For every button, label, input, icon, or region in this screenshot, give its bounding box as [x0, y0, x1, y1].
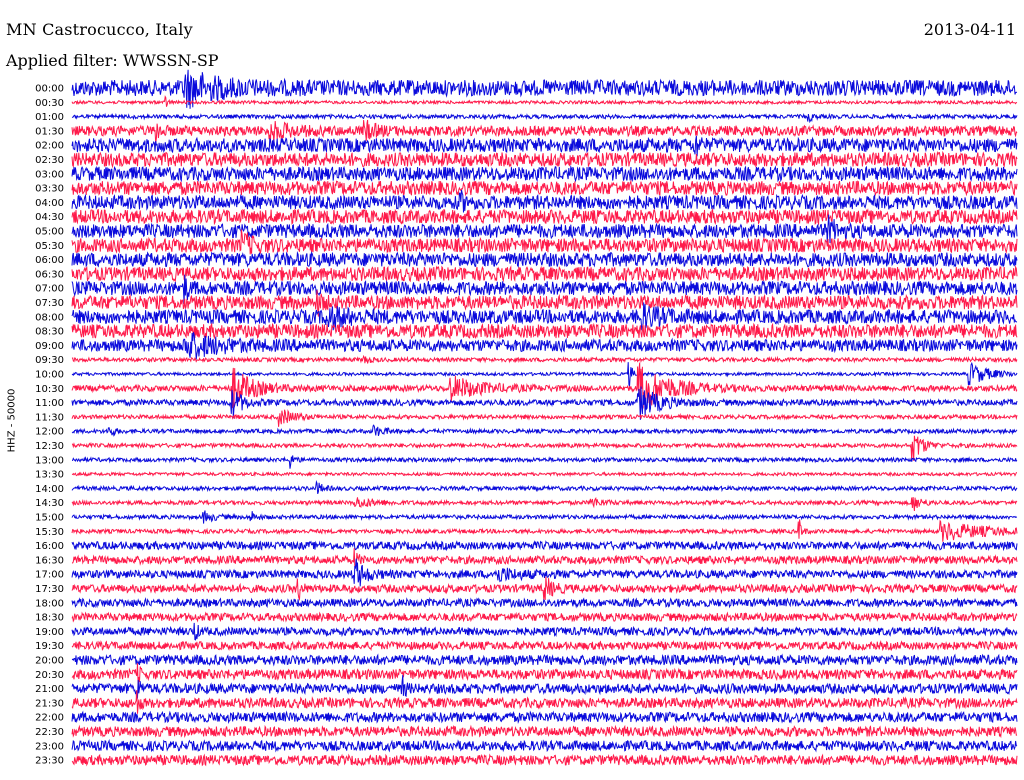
row-time-label: 23:00 [35, 741, 64, 752]
row-time-label: 08:00 [35, 312, 64, 323]
row-time-label: 02:00 [35, 141, 64, 152]
row-time-label: 10:30 [35, 384, 64, 395]
row-time-label: 05:30 [35, 241, 64, 252]
trace-line [71, 208, 1018, 226]
trace-line [71, 265, 1018, 283]
trace-line [71, 548, 1018, 567]
row-time-label: 00:30 [35, 98, 64, 109]
trace-line [71, 675, 1018, 701]
trace-line [71, 179, 1018, 197]
row-time-label: 11:30 [35, 412, 64, 423]
trace-line [71, 354, 1018, 364]
trace-line [71, 164, 1018, 183]
row-time-label: 23:30 [35, 756, 64, 767]
row-time-label: 00:00 [35, 84, 64, 95]
row-time-label: 15:00 [35, 513, 64, 524]
row-time-label: 06:30 [35, 269, 64, 280]
trace-line [71, 596, 1018, 609]
trace-line [71, 119, 1018, 144]
row-time-label: 20:00 [35, 656, 64, 667]
row-time-label: 14:30 [35, 498, 64, 509]
row-time-label: 05:00 [35, 227, 64, 238]
trace-line [71, 690, 1018, 714]
row-time-label: 07:00 [35, 284, 64, 295]
row-time-label: 04:30 [35, 212, 64, 223]
row-time-label: 20:30 [35, 670, 64, 681]
trace-line [71, 622, 1018, 641]
row-time-label: 19:00 [35, 627, 64, 638]
row-time-label: 08:30 [35, 327, 64, 338]
row-time-label: 03:30 [35, 184, 64, 195]
row-time-label: 09:30 [35, 355, 64, 366]
row-time-label: 01:30 [35, 126, 64, 137]
trace-line [71, 738, 1018, 753]
trace-line [71, 519, 1018, 542]
trace-line [71, 639, 1018, 652]
seismogram-plot: 00:00 00:30 01:00 01:30 02:00 02:30 03:00 03:30… [35, 69, 1018, 767]
trace-line [71, 653, 1018, 667]
row-time-label: 16:00 [35, 541, 64, 552]
date-label: 2013-04-11 [923, 20, 1016, 39]
trace-line [71, 386, 1018, 420]
row-time-label: 15:30 [35, 527, 64, 538]
trace-line [71, 539, 1018, 552]
trace-line [71, 112, 1018, 124]
row-time-label: 10:00 [35, 370, 64, 381]
row-time-label: 11:00 [35, 398, 64, 409]
row-time-label: 17:00 [35, 570, 64, 581]
trace-line [71, 424, 1018, 437]
row-time-label: 22:00 [35, 713, 64, 724]
trace-line [71, 480, 1018, 494]
row-time-label: 06:00 [35, 255, 64, 266]
trace-line [71, 724, 1018, 739]
row-time-label: 13:30 [35, 470, 64, 481]
row-time-label: 12:30 [35, 441, 64, 452]
trace-line [71, 435, 1018, 462]
y-axis-label: HHZ - 50000 [6, 388, 18, 453]
row-time-label: 16:30 [35, 555, 64, 566]
row-time-label: 18:30 [35, 613, 64, 624]
row-time-label: 01:00 [35, 112, 64, 123]
row-time-label: 19:30 [35, 641, 64, 652]
row-time-label: 17:30 [35, 584, 64, 595]
station-title: MN Castrocucco, Italy [6, 20, 193, 39]
trace-line [71, 611, 1018, 623]
trace-line [71, 361, 1018, 388]
row-time-label: 18:00 [35, 598, 64, 609]
trace-line [71, 576, 1018, 602]
row-time-label: 02:30 [35, 155, 64, 166]
trace-line [71, 322, 1018, 340]
row-time-label: 07:30 [35, 298, 64, 309]
row-time-label: 03:00 [35, 169, 64, 180]
trace-line [71, 510, 1018, 524]
trace-line [71, 470, 1018, 478]
trace-line [71, 710, 1018, 725]
trace-line [71, 150, 1018, 169]
row-time-label: 12:00 [35, 427, 64, 438]
trace-line [71, 753, 1018, 767]
trace-line [71, 497, 1018, 512]
row-time-label: 09:00 [35, 341, 64, 352]
filter-label: Applied filter: WWSSN-SP [6, 51, 219, 70]
row-time-label: 14:00 [35, 484, 64, 495]
row-time-label: 04:00 [35, 198, 64, 209]
trace-line [71, 251, 1018, 268]
trace-line [71, 663, 1018, 687]
row-time-label: 21:00 [35, 684, 64, 695]
trace-line [72, 455, 1018, 469]
trace-line [71, 409, 1018, 427]
row-time-label: 21:30 [35, 698, 64, 709]
row-time-label: 13:00 [35, 455, 64, 466]
row-time-label: 22:30 [35, 727, 64, 738]
